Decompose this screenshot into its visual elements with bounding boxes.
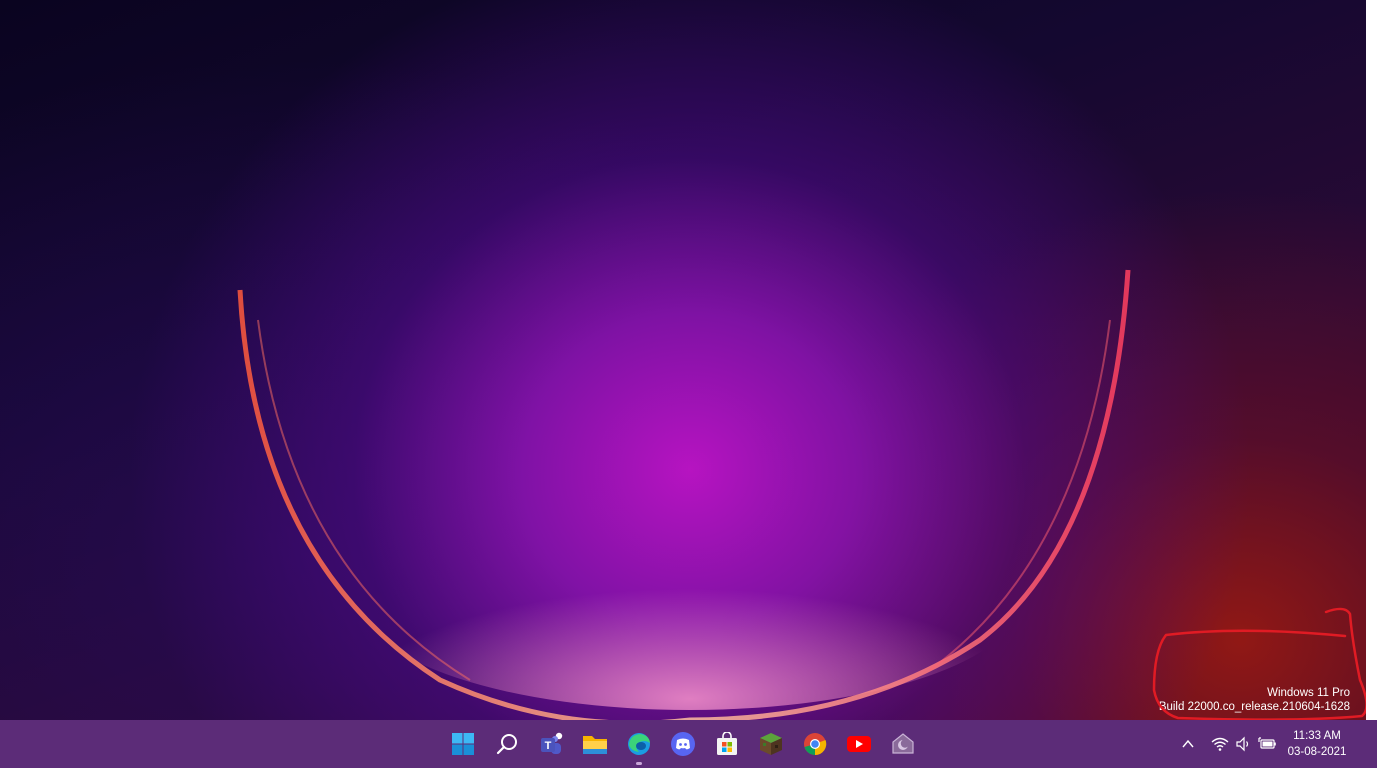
folder-icon (583, 736, 607, 754)
teams-button[interactable]: T (529, 722, 573, 766)
search-icon (496, 734, 517, 755)
wifi-icon (1211, 737, 1229, 751)
youtube-icon (847, 736, 871, 752)
moon-app-icon (892, 733, 914, 754)
edge-icon (628, 733, 650, 755)
edge-button[interactable] (617, 722, 661, 766)
svg-text:T: T (545, 740, 552, 752)
windows-watermark: Windows 11 Pro Build 22000.co_release.21… (1159, 686, 1350, 714)
system-tray (1176, 720, 1280, 768)
youtube-button[interactable] (837, 722, 881, 766)
windows-logo-icon (452, 733, 474, 755)
search-button[interactable] (485, 722, 529, 766)
taskbar-pinned-apps: T (441, 720, 925, 768)
discord-icon (671, 732, 695, 756)
edge-active-indicator (636, 762, 642, 765)
desktop-wallpaper: Windows 11 Pro Build 22000.co_release.21… (0, 0, 1366, 720)
discord-button[interactable] (661, 722, 705, 766)
store-button[interactable] (705, 722, 749, 766)
file-explorer-button[interactable] (573, 722, 617, 766)
app-button[interactable] (881, 722, 925, 766)
minecraft-icon (760, 733, 782, 755)
network-button[interactable] (1208, 732, 1232, 756)
volume-button[interactable] (1232, 732, 1256, 756)
start-button[interactable] (441, 722, 485, 766)
watermark-build: Build 22000.co_release.210604-1628 (1158, 701, 1350, 713)
taskbar: T 11:33 AM 03-08-2021 (0, 720, 1377, 768)
watermark-edition: Windows 11 Pro (1267, 687, 1350, 699)
chrome-icon (804, 733, 827, 756)
clock-date: 03-08-2021 (1287, 746, 1347, 758)
store-icon (717, 732, 737, 755)
volume-icon (1236, 736, 1249, 752)
clock-time: 11:33 AM (1293, 730, 1341, 742)
chrome-button[interactable] (793, 722, 837, 766)
teams-icon: T (541, 732, 563, 754)
battery-icon (1258, 737, 1276, 749)
chevron-up-icon (1182, 739, 1194, 748)
show-hidden-icons-button[interactable] (1176, 732, 1200, 756)
minecraft-button[interactable] (749, 722, 793, 766)
clock-button[interactable]: 11:33 AM 03-08-2021 (1276, 728, 1358, 760)
wallpaper-bloom-art (237, 269, 1131, 720)
